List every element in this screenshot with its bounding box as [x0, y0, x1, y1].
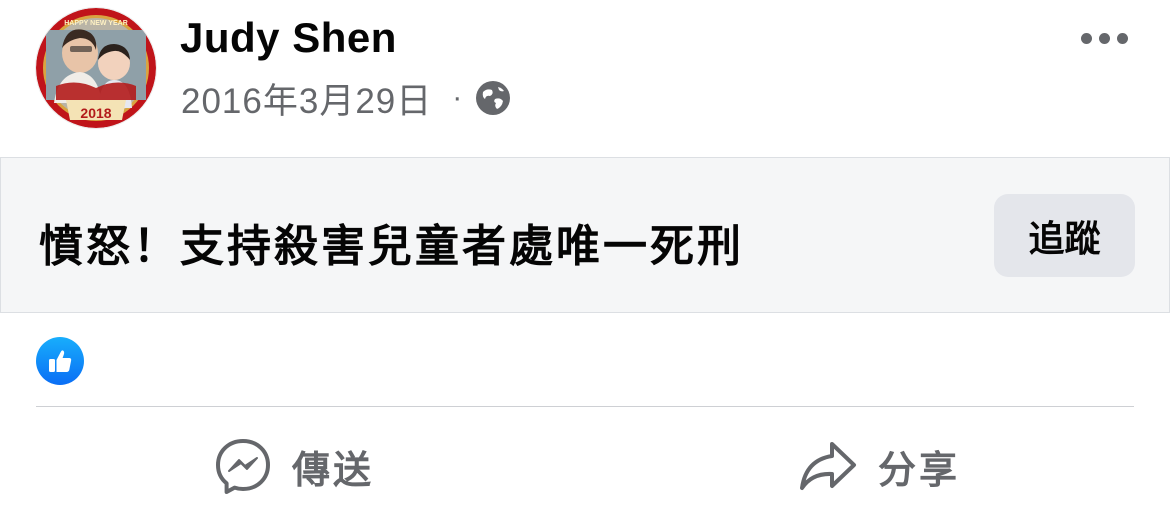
more-dot-icon — [1098, 32, 1110, 44]
like-icon — [49, 350, 72, 372]
more-dot-icon — [1080, 32, 1092, 44]
post-date[interactable]: 2016年3月29日 — [181, 73, 432, 124]
more-dot-icon — [1116, 32, 1128, 44]
send-label: 傳送 — [292, 449, 375, 492]
share-label: 分享 — [878, 449, 961, 492]
globe-icon — [474, 79, 512, 117]
avatar-year-text: 2018 — [80, 105, 111, 121]
divider — [36, 406, 1134, 407]
send-button[interactable]: 傳送 — [214, 430, 374, 502]
author-name[interactable]: Judy Shen — [180, 14, 397, 62]
messenger-icon — [216, 439, 270, 494]
post-meta: 2016年3月29日 · — [181, 76, 512, 121]
like-reaction-badge[interactable] — [36, 337, 84, 385]
avatar[interactable]: 2018 HAPPY NEW YEAR — [36, 8, 156, 128]
follow-button[interactable]: 追蹤 — [994, 194, 1135, 277]
avatar-banner-text: HAPPY NEW YEAR — [64, 20, 128, 27]
group-title[interactable]: 憤怒！支持殺害兒童者處唯一死刑 — [39, 210, 744, 274]
more-options-button[interactable] — [1070, 18, 1138, 58]
share-arrow-icon — [800, 442, 856, 490]
share-button[interactable]: 分享 — [798, 430, 960, 502]
meta-separator: · — [452, 81, 463, 114]
group-card[interactable]: 憤怒！支持殺害兒童者處唯一死刑 追蹤 — [0, 157, 1170, 313]
